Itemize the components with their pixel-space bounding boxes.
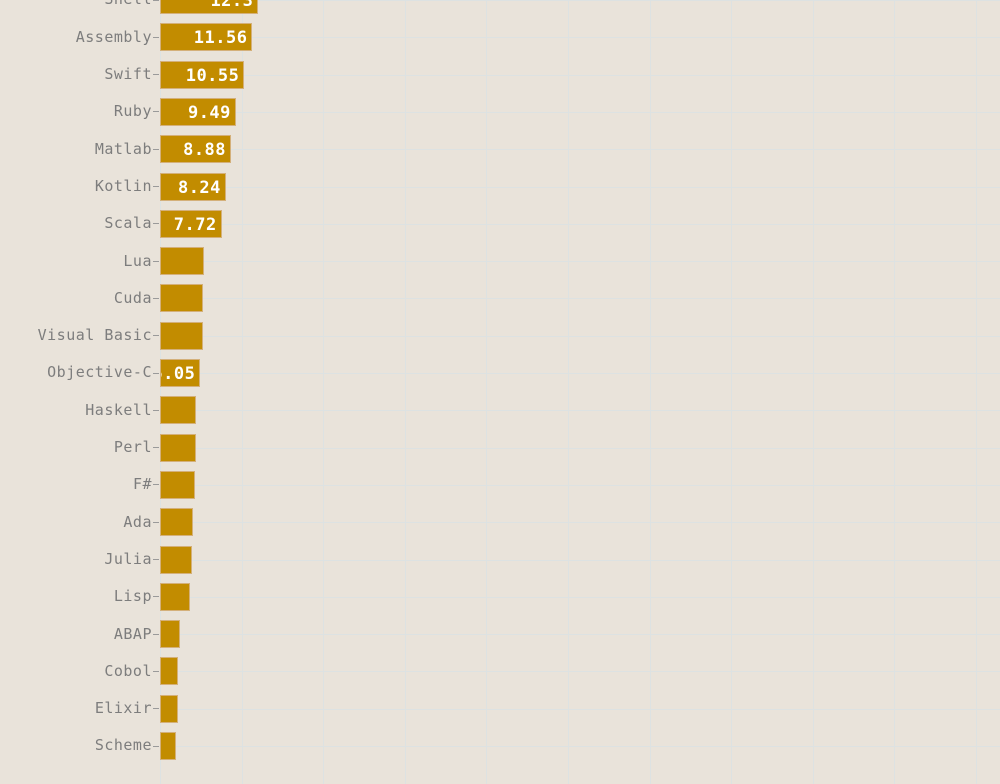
bar-row[interactable]: Scheme xyxy=(0,727,1000,764)
y-axis-tick xyxy=(153,223,159,225)
y-axis-tick xyxy=(153,484,159,486)
bar-value-label: 5.05 xyxy=(161,364,196,385)
bar[interactable]: 5.05 xyxy=(160,359,201,388)
category-label: Cuda xyxy=(113,288,152,307)
category-label: Objective-C xyxy=(47,363,152,382)
bar-row[interactable]: Objective-C 5.05 xyxy=(0,354,1000,391)
bar-row[interactable]: Scala 7.72 xyxy=(0,205,1000,242)
bar-value-label: 10.55 xyxy=(185,65,240,86)
bar-row[interactable]: Assembly 11.56 xyxy=(0,19,1000,56)
bar[interactable]: 10.55 xyxy=(160,60,245,89)
bar-chart: Shell 12.3 Assembly 11.56 Swift 10.55 Ruby 9.49… xyxy=(0,0,1000,784)
category-label: Lua xyxy=(123,251,152,270)
bar[interactable] xyxy=(160,657,179,686)
bar-row[interactable]: Haskell xyxy=(0,392,1000,429)
bar[interactable]: 8.24 xyxy=(160,172,226,201)
bar-row[interactable]: Lisp xyxy=(0,578,1000,615)
bar-row[interactable]: Swift 10.55 xyxy=(0,56,1000,93)
y-axis-tick xyxy=(153,596,159,598)
bar-row[interactable]: Lua xyxy=(0,243,1000,280)
category-label: F# xyxy=(132,475,152,494)
y-axis-tick xyxy=(153,335,159,337)
y-axis-tick xyxy=(153,372,159,374)
category-label: Swift xyxy=(104,65,152,83)
category-label: Cobol xyxy=(104,661,152,680)
category-label: Scala xyxy=(104,214,152,233)
y-axis-tick xyxy=(153,148,159,150)
category-label: Visual Basic xyxy=(37,326,152,345)
y-axis-tick xyxy=(153,0,159,1)
bar-row[interactable]: Julia xyxy=(0,541,1000,578)
bar[interactable]: 12.3 xyxy=(160,0,259,15)
bar[interactable] xyxy=(160,694,178,723)
bar-row[interactable]: Shell 12.3 xyxy=(0,0,1000,19)
bar-value-label: 7.72 xyxy=(173,214,217,235)
category-label: Perl xyxy=(113,438,152,456)
bar-value-label: 12.3 xyxy=(210,0,254,12)
y-axis-tick xyxy=(153,186,159,188)
y-axis-tick xyxy=(153,670,159,672)
y-axis-tick xyxy=(153,633,159,635)
bar[interactable] xyxy=(160,470,196,499)
category-label: ABAP xyxy=(113,624,152,643)
y-axis-tick xyxy=(153,297,159,299)
bar[interactable] xyxy=(160,545,192,574)
category-label: Julia xyxy=(104,549,152,568)
category-label: Ada xyxy=(123,512,152,531)
y-axis-tick xyxy=(153,36,159,38)
category-label: Ruby xyxy=(113,102,152,121)
bar[interactable]: 9.49 xyxy=(160,97,236,126)
bar[interactable] xyxy=(160,620,181,649)
y-axis-tick xyxy=(153,521,159,523)
y-axis-tick xyxy=(153,745,159,747)
category-label: Scheme xyxy=(94,736,152,755)
category-label: Kotlin xyxy=(94,176,152,195)
y-axis-tick xyxy=(153,447,159,449)
bar-value-label: 9.49 xyxy=(187,102,231,123)
bar-value-label: 8.24 xyxy=(177,177,221,198)
bar[interactable] xyxy=(160,396,196,425)
category-label: Matlab xyxy=(94,139,152,158)
category-label: Elixir xyxy=(94,699,152,718)
bar[interactable] xyxy=(160,433,196,462)
category-label: Shell xyxy=(104,0,152,19)
y-axis-tick xyxy=(153,559,159,561)
y-axis-tick xyxy=(153,74,159,76)
bar-row[interactable]: Cuda xyxy=(0,280,1000,317)
y-axis-tick xyxy=(153,260,159,262)
y-axis-tick xyxy=(153,409,159,411)
category-label: Haskell xyxy=(85,400,152,419)
bar[interactable] xyxy=(160,732,176,761)
category-label: Lisp xyxy=(113,587,152,606)
bar[interactable] xyxy=(160,321,203,350)
y-axis-tick xyxy=(153,111,159,113)
category-label: Assembly xyxy=(75,27,152,46)
bar[interactable]: 11.56 xyxy=(160,23,253,52)
y-axis-tick xyxy=(153,708,159,710)
bar-row[interactable]: Matlab 8.88 xyxy=(0,131,1000,168)
bar-row[interactable]: ABAP xyxy=(0,616,1000,653)
bar[interactable] xyxy=(160,247,204,276)
bar-row[interactable]: Visual Basic xyxy=(0,317,1000,354)
bar[interactable]: 7.72 xyxy=(160,209,222,238)
bar-value-label: 8.88 xyxy=(183,140,227,161)
bar[interactable]: 8.88 xyxy=(160,135,232,164)
bar-row[interactable]: Cobol xyxy=(0,653,1000,690)
bar-row[interactable]: Elixir xyxy=(0,690,1000,727)
bar-row[interactable]: Kotlin 8.24 xyxy=(0,168,1000,205)
bar-row[interactable]: Perl xyxy=(0,429,1000,466)
bar-row[interactable]: Ruby 9.49 xyxy=(0,93,1000,130)
bar-row[interactable]: F# xyxy=(0,466,1000,503)
bar[interactable] xyxy=(160,284,204,313)
bar-value-label: 11.56 xyxy=(193,28,248,49)
bar-row[interactable]: Ada xyxy=(0,504,1000,541)
bar[interactable] xyxy=(160,508,193,537)
bar[interactable] xyxy=(160,582,191,611)
